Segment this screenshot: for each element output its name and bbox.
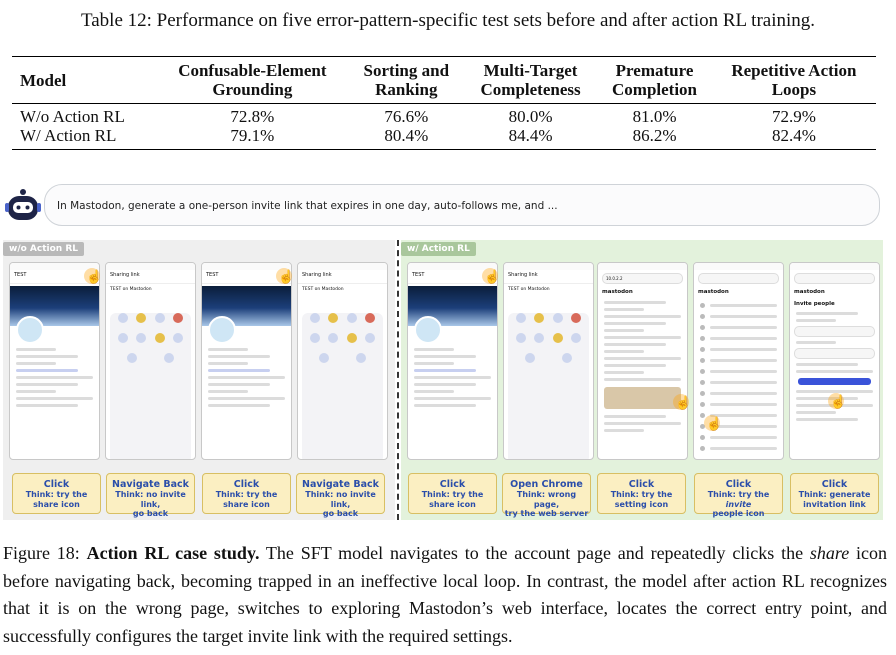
table-cell: 72.9% — [771, 107, 816, 126]
action-box: Click Think: try the setting icon — [597, 473, 686, 514]
header-col-3: Multi-Target Completeness — [480, 61, 581, 99]
action-box: Click Think: try the share icon — [12, 473, 101, 514]
action-box: Click Think: try the invite people icon — [694, 473, 783, 518]
action-box: Click Think: try the share icon — [202, 473, 291, 514]
share-title: Sharing link — [106, 270, 195, 284]
table-cell: W/o Action RL — [20, 107, 125, 126]
table-cell: 80.0% — [508, 107, 553, 126]
screenshot-profile-1: TEST — [9, 262, 100, 460]
share-title: Sharing link — [298, 270, 387, 284]
share-item: TEST on Mastodon — [508, 287, 550, 292]
action-label: Click — [439, 479, 466, 490]
action-label: Navigate Back — [302, 479, 379, 490]
action-think: Think: no invite link, go back — [115, 490, 186, 518]
table-cell: 81.0% — [632, 107, 677, 126]
label-without-rl: w/o Action RL — [3, 242, 84, 256]
action-label: Click — [725, 479, 752, 490]
action-think: Think: try the share icon — [215, 490, 278, 509]
label-with-rl: w/ Action RL — [401, 242, 476, 256]
header-col-2: Sorting and Ranking — [363, 61, 450, 99]
action-label: Click — [821, 479, 848, 490]
header-model: Model — [20, 70, 67, 90]
action-box: Open Chrome Think: wrong page, try the we… — [502, 473, 591, 518]
share-title: Sharing link — [504, 270, 593, 284]
action-think: Think: wrong page, try the web server — [504, 490, 589, 518]
table-cell: 72.8% — [230, 107, 275, 126]
screenshot-share-sheet-3: Sharing link TEST on Mastodon — [503, 262, 594, 460]
mastodon-logo: mastodon — [794, 289, 825, 295]
action-label: Click — [43, 479, 70, 490]
action-label: Navigate Back — [112, 479, 189, 490]
table-cell: 84.4% — [508, 126, 553, 145]
share-item: TEST on Mastodon — [110, 287, 152, 292]
hand-pointer-icon: ☝ — [675, 395, 692, 410]
share-item: TEST on Mastodon — [302, 287, 344, 292]
hand-pointer-icon: ☝ — [86, 269, 103, 284]
mastodon-logo: mastodon — [602, 289, 633, 295]
action-think: Think: no invite link, go back — [305, 490, 376, 518]
table-cell: 79.1% — [230, 126, 275, 145]
screenshot-browser-mastodon: 10.0.2.2 mastodon — [597, 262, 688, 460]
table-row: W/o Action RL 72.8% 76.6% 80.0% 81.0% 72… — [12, 103, 876, 127]
action-think: Think: try the share icon — [421, 490, 484, 509]
table-caption: Table 12: Performance on five error-patt… — [80, 10, 816, 31]
table-header-row: Model Confusable-Element Grounding Sortin… — [12, 56, 876, 104]
screenshot-invite-people: mastodon Invite people — [789, 262, 880, 460]
task-prompt: In Mastodon, generate a one-person invit… — [44, 184, 880, 226]
results-table: Model Confusable-Element Grounding Sortin… — [12, 56, 876, 150]
hand-pointer-icon: ☝ — [830, 394, 847, 409]
action-think: Think: generate invitation link — [798, 490, 871, 509]
action-label: Click — [233, 479, 260, 490]
action-box: Navigate Back Think: no invite link, go b… — [296, 473, 385, 518]
invite-title: Invite people — [794, 301, 835, 307]
panel-divider — [397, 240, 399, 520]
url-bar: 10.0.2.2 — [602, 273, 683, 284]
action-box: Click Think: generate invitation link — [790, 473, 879, 514]
screenshot-profile-2: TEST — [201, 262, 292, 460]
action-think: Think: try the setting icon — [610, 490, 673, 509]
hand-pointer-icon: ☝ — [278, 269, 295, 284]
screenshot-share-sheet-2: Sharing link TEST on Mastodon — [297, 262, 388, 460]
table-cell: 86.2% — [632, 126, 677, 145]
table-cell: 76.6% — [384, 107, 429, 126]
header-col-5: Repetitive Action Loops — [731, 61, 857, 99]
screenshot-profile-3: TEST — [407, 262, 498, 460]
header-col-1: Confusable-Element Grounding — [178, 61, 327, 99]
hand-pointer-icon: ☝ — [706, 416, 723, 431]
action-box: Navigate Back Think: no invite link, go b… — [106, 473, 195, 518]
action-think: Think: try the share icon — [25, 490, 88, 509]
table-cell: 82.4% — [771, 126, 816, 145]
action-think: Think: try the invite people icon — [707, 490, 770, 518]
action-label: Click — [628, 479, 655, 490]
header-col-4: Premature Completion — [612, 61, 698, 99]
robot-icon — [5, 189, 41, 220]
table-cell: W/ Action RL — [20, 126, 117, 145]
screenshot-share-sheet-1: Sharing link TEST on Mastodon — [105, 262, 196, 460]
figure-caption: Figure 18: Action RL case study. The SFT… — [3, 543, 887, 646]
hand-pointer-icon: ☝ — [484, 269, 501, 284]
table-row: W/ Action RL 79.1% 80.4% 84.4% 86.2% 82.… — [12, 126, 876, 150]
table-cell: 80.4% — [384, 126, 429, 145]
action-box: Click Think: try the share icon — [408, 473, 497, 514]
mastodon-logo: mastodon — [698, 289, 729, 295]
action-label: Open Chrome — [510, 479, 583, 490]
